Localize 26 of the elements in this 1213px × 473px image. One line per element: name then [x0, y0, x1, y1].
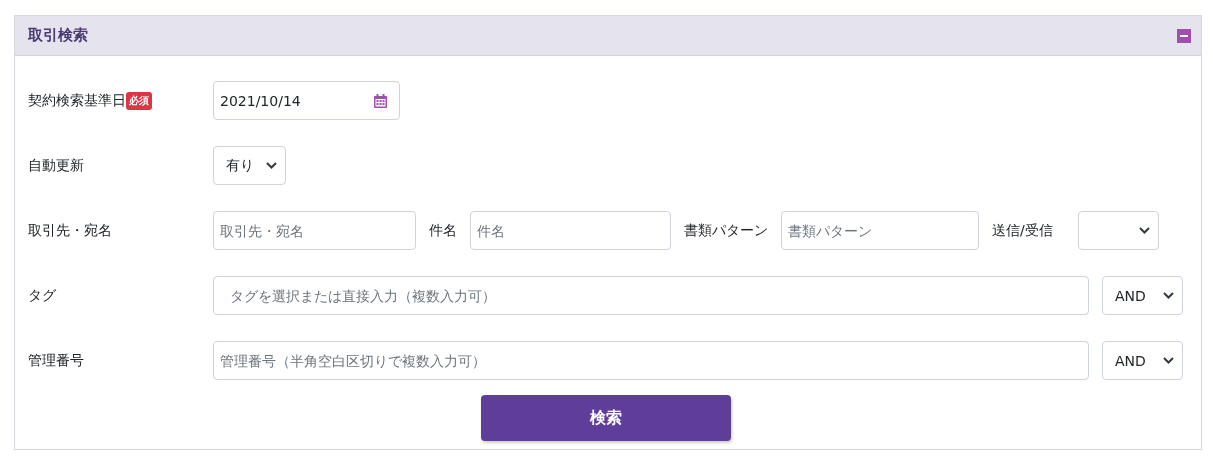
chevron-down-icon [1163, 292, 1174, 299]
required-badge: 必須 [126, 91, 152, 110]
field-label: 取引先・宛名 [28, 221, 113, 240]
search-button[interactable]: 検索 [480, 395, 731, 441]
collapse-button[interactable] [1177, 28, 1191, 43]
panel-title: 取引検索 [28, 26, 88, 45]
field-label: 管理番号 [28, 351, 85, 370]
chevron-down-icon [266, 162, 277, 169]
chevron-down-icon [1163, 357, 1174, 364]
date-field[interactable]: 2021/10/14 [213, 81, 400, 120]
field-label: 送信/受信 [992, 221, 1053, 240]
field-label: 件名 [429, 221, 457, 240]
dropdown-select[interactable]: AND [1102, 276, 1183, 315]
field-label: 契約検索基準日 [28, 91, 126, 110]
field-label: タグ [28, 286, 57, 305]
field-label: 書類パターン [684, 221, 768, 240]
calendar-icon [374, 93, 387, 108]
text-input[interactable]: 管理番号（半角空白区切りで複数入力可） [213, 341, 1089, 380]
tag-input[interactable]: タグを選択または直接入力（複数入力可） [213, 276, 1089, 315]
field-label: 自動更新 [28, 156, 85, 175]
chevron-down-icon [1138, 227, 1150, 234]
text-input[interactable]: 件名 [470, 211, 671, 250]
text-input[interactable]: 取引先・宛名 [213, 211, 416, 250]
text-input[interactable]: 書類パターン [781, 211, 979, 250]
dropdown-select[interactable]: 有り [213, 146, 286, 185]
dropdown-select[interactable]: AND [1102, 341, 1183, 380]
